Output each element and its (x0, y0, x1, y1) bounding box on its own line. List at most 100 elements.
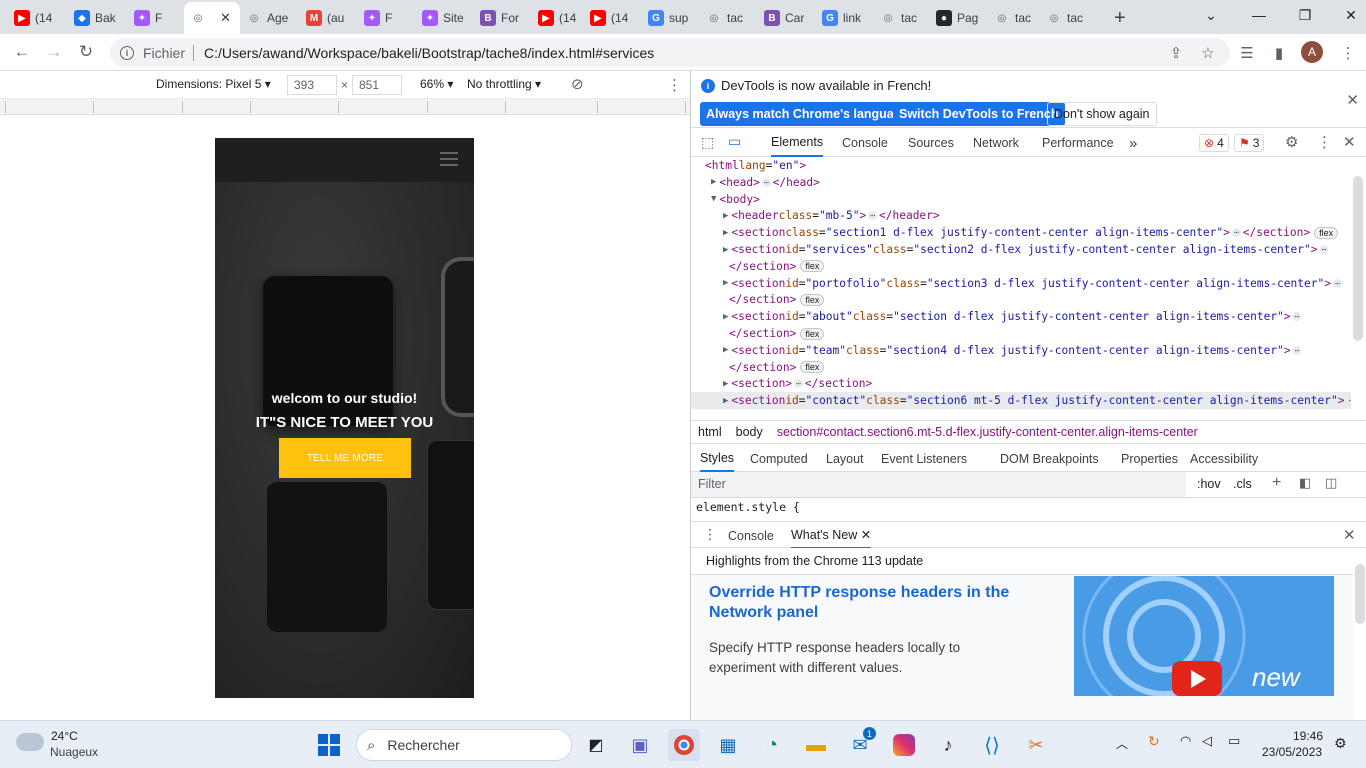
notifications-icon[interactable]: ⚙ (1334, 735, 1347, 752)
browser-tab[interactable]: ● Pag (930, 4, 986, 32)
drawer-tab-console[interactable]: Console (728, 522, 774, 549)
feature-title[interactable]: Override HTTP response headers in the Ne… (709, 583, 1039, 623)
profile-avatar[interactable]: A (1301, 41, 1323, 63)
styles-tab-event-listeners[interactable]: Event Listeners (881, 445, 967, 472)
zoom-select[interactable]: 66% ▾ (420, 77, 453, 91)
url-text[interactable]: C:/Users/awand/Workspace/bakeli/Bootstra… (204, 45, 654, 61)
styles-tab-styles[interactable]: Styles (700, 445, 735, 472)
close-tab-icon[interactable]: ✕ (220, 10, 231, 26)
browser-tab[interactable]: ◎ tac (700, 4, 756, 32)
expand-arrow-icon[interactable]: ▶ (723, 228, 728, 238)
expand-arrow-icon[interactable]: ▶ (723, 312, 728, 322)
settings-gear-icon[interactable]: ⚙ (1285, 133, 1298, 151)
dom-node[interactable]: ▶ <head> ⋯ </head> (691, 174, 820, 191)
dom-node[interactable]: </section> flex (691, 359, 825, 376)
browser-tab[interactable]: ▶ (14 (8, 4, 64, 32)
error-badge[interactable]: ⊗ 4 (1199, 134, 1229, 152)
tab-performance[interactable]: Performance (1042, 129, 1114, 157)
match-language-button[interactable]: Always match Chrome's language (700, 102, 915, 126)
browser-tab[interactable]: ◎ tac (874, 4, 930, 32)
breadcrumb-item[interactable]: section#contact.section6.mt-5.d-flex.jus… (777, 425, 1198, 439)
expand-arrow-icon[interactable]: ▶ (711, 177, 716, 187)
teams-icon[interactable]: ▣ (624, 729, 656, 761)
more-options-icon[interactable]: ⋮ (667, 76, 682, 94)
dom-node[interactable]: ▶ <section id = "about" class = "section d-fl… (691, 308, 1303, 325)
height-input[interactable]: 851 (352, 75, 402, 95)
close-devtools-icon[interactable]: ✕ (1343, 133, 1356, 151)
tab-elements[interactable]: Elements (771, 129, 824, 157)
dimensions-select[interactable]: Dimensions: Pixel 5 ▾ (156, 77, 271, 91)
device-toggle-icon[interactable]: ▭ (728, 133, 741, 150)
store-icon[interactable]: ▦ (712, 729, 744, 761)
close-tab-icon[interactable]: ✕ (861, 527, 871, 542)
breadcrumb-item[interactable]: html (698, 425, 722, 439)
styles-tab-properties[interactable]: Properties (1121, 445, 1178, 472)
browser-tab[interactable]: ✦ F (128, 4, 184, 32)
tab-console[interactable]: Console (842, 129, 888, 157)
bookmark-star-icon[interactable]: ☆ (1197, 42, 1219, 64)
tab-network[interactable]: Network (973, 129, 1019, 157)
browser-tab[interactable]: ▶ (14 (532, 4, 588, 32)
browser-tab[interactable]: ✦ Site (416, 4, 472, 32)
chrome-taskbar-icon[interactable] (668, 729, 700, 761)
filter-input[interactable]: Filter (691, 472, 1186, 497)
expand-arrow-icon[interactable]: ▶ (723, 245, 728, 255)
hov-toggle[interactable]: :hov (1197, 477, 1221, 491)
browser-tab[interactable]: Gsup (642, 4, 698, 32)
dom-node[interactable]: ▶ <section id = "team" class = "section4 d-fl… (691, 342, 1303, 359)
tiktok-icon[interactable]: ♪ (932, 729, 964, 761)
styles-tab-layout[interactable]: Layout (826, 445, 864, 472)
tab-sources[interactable]: Sources (908, 129, 954, 157)
element-style-rule[interactable]: element.style { (696, 500, 800, 514)
clock-time[interactable]: 19:46 (1293, 729, 1323, 743)
instagram-icon[interactable] (888, 729, 920, 761)
breadcrumb-item[interactable]: body (736, 425, 763, 439)
show-hidden-icons[interactable]: ︿ (1116, 735, 1128, 752)
snipping-tool-icon[interactable]: ✂ (1020, 729, 1052, 761)
mail-icon[interactable]: ✉ 1 (844, 727, 876, 761)
more-tabs-icon[interactable]: » (1129, 129, 1137, 157)
wifi-icon[interactable]: ◠ (1180, 733, 1191, 749)
whats-new-scrollbar[interactable] (1355, 564, 1365, 624)
rotate-icon[interactable]: ⊘ (571, 75, 584, 93)
paint-icon[interactable]: ◧ (1299, 475, 1311, 491)
start-windows-icon[interactable] (313, 729, 345, 761)
address-bar[interactable]: i Fichier C:/Users/awand/Workspace/bakel… (110, 38, 1230, 67)
width-input[interactable]: 393 (287, 75, 337, 95)
clock-date[interactable]: 23/05/2023 (1262, 745, 1322, 759)
browser-tab[interactable]: ◎ ✕ (184, 2, 240, 34)
close-window-icon[interactable]: ✕ (1328, 0, 1366, 30)
dom-node[interactable]: ▶ <section class = "section1 d-flex justify… (691, 224, 1339, 241)
browser-tab[interactable]: ◎ Age (240, 4, 296, 32)
battery-icon[interactable]: ▭ (1228, 733, 1240, 749)
reading-list-icon[interactable]: ☰ (1236, 42, 1258, 64)
dom-node[interactable]: ▶ <section id = "contact" class = "section6 m… (691, 392, 1351, 410)
feature-video-thumbnail[interactable]: new (1074, 576, 1334, 696)
tell-me-more-button[interactable]: TELL ME MORE (279, 438, 411, 478)
styles-tab-accessibility[interactable]: Accessibility (1190, 445, 1258, 472)
new-tab-button[interactable]: + (1108, 4, 1132, 32)
weather-temp[interactable]: 24°C (51, 729, 78, 743)
dom-node[interactable]: </section> flex (691, 291, 825, 308)
dom-node[interactable]: <html lang = "en" > (691, 157, 806, 174)
forward-icon[interactable]: → (40, 38, 68, 66)
share-icon[interactable]: ⇪ (1165, 42, 1187, 64)
edge-icon[interactable]: ◔ (756, 729, 788, 761)
task-view-icon[interactable]: ◩ (580, 729, 612, 761)
dom-node[interactable]: </section> flex (691, 325, 825, 342)
browser-tab[interactable]: B Car (758, 4, 814, 32)
styles-tab-computed[interactable]: Computed (750, 445, 808, 472)
expand-arrow-icon[interactable]: ▶ (723, 345, 728, 355)
dom-node[interactable]: </section> flex (691, 258, 825, 275)
restore-icon[interactable]: ❐ (1282, 0, 1328, 30)
browser-tab[interactable]: B For (474, 4, 530, 32)
file-explorer-icon[interactable]: ▬ (800, 729, 832, 761)
dom-node[interactable]: ▼ <body> (691, 191, 760, 208)
devtools-menu-icon[interactable]: ⋮ (1317, 133, 1332, 151)
expand-arrow-icon[interactable]: ▶ (723, 211, 728, 221)
throttling-select[interactable]: No throttling ▾ (467, 77, 541, 91)
sidebar-toggle-icon[interactable]: ◫ (1325, 475, 1337, 491)
new-rule-icon[interactable]: + (1272, 474, 1281, 492)
switch-french-button[interactable]: Switch DevTools to French (893, 102, 1065, 126)
inspect-element-icon[interactable]: ⬚ (701, 134, 714, 151)
